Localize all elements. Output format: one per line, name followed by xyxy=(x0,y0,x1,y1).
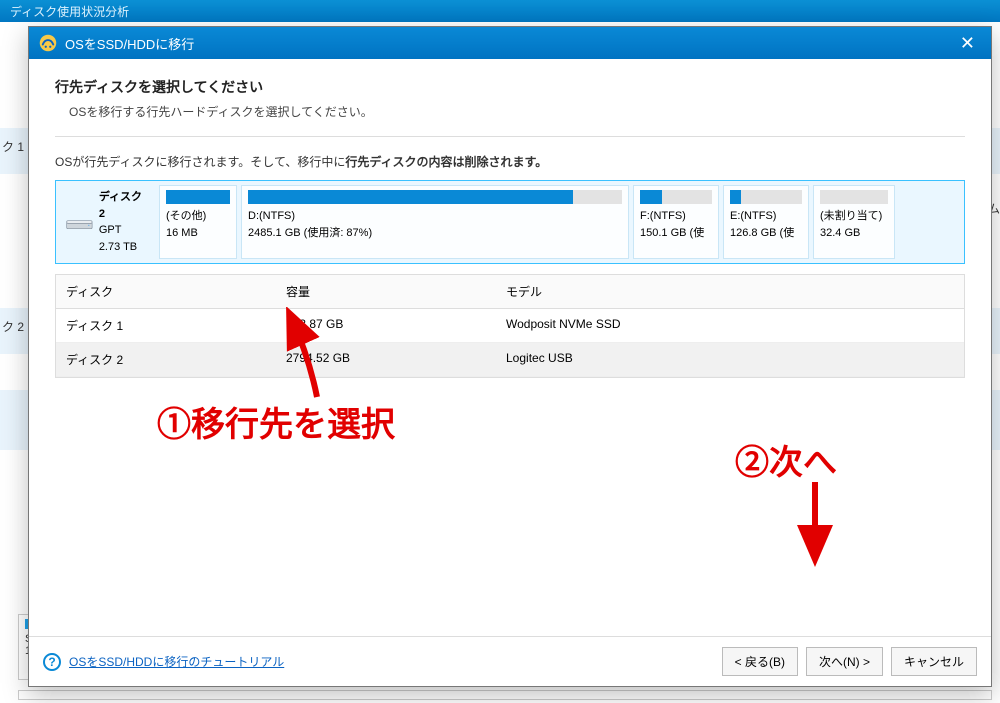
cell-capacity: 953.87 GB xyxy=(276,309,496,342)
partition-label: F:(NTFS) xyxy=(640,208,712,225)
info-line: OSが行先ディスクに移行されます。そして、移行中に行先ディスクの内容は削除されま… xyxy=(55,153,965,170)
cell-disk: ディスク 2 xyxy=(56,343,276,376)
background-app-titlebar: ディスク使用状況分析 xyxy=(0,0,1000,22)
help-icon[interactable]: ? xyxy=(43,653,61,671)
selected-disk-layout[interactable]: ディスク 2 GPT 2.73 TB (その他)16 MBD:(NTFS)248… xyxy=(55,180,965,264)
annotation-step2: ②次へ xyxy=(735,435,837,484)
table-header-row: ディスク 容量 モデル xyxy=(56,275,964,309)
usage-bar xyxy=(248,190,622,204)
header-capacity: 容量 xyxy=(276,275,496,308)
cell-disk: ディスク 1 xyxy=(56,309,276,342)
disk-scheme: GPT xyxy=(99,222,149,239)
cell-model: Logitec USB xyxy=(496,343,964,376)
partition-block[interactable]: (その他)16 MB xyxy=(159,185,237,259)
page-subheading: OSを移行する行先ハードディスクを選択してください。 xyxy=(69,103,965,120)
disk-info-block: ディスク 2 GPT 2.73 TB xyxy=(60,185,155,259)
usage-bar xyxy=(640,190,712,204)
cell-model: Wodposit NVMe SSD xyxy=(496,309,964,342)
partition-block[interactable]: E:(NTFS)126.8 GB (使 xyxy=(723,185,809,259)
disk-table: ディスク 容量 モデル ディスク 1953.87 GBWodposit NVMe… xyxy=(55,274,965,378)
usage-bar xyxy=(166,190,230,204)
disk-size: 2.73 TB xyxy=(99,239,149,256)
cell-capacity: 2794.52 GB xyxy=(276,343,496,376)
table-row[interactable]: ディスク 22794.52 GBLogitec USB xyxy=(56,343,964,377)
cancel-button[interactable]: キャンセル xyxy=(891,647,977,676)
close-button[interactable]: ✕ xyxy=(954,33,981,54)
partition-label: (その他) xyxy=(166,208,230,225)
dialog-footer: ? OSをSSD/HDDに移行のチュートリアル < 戻る(B) 次へ(N) > … xyxy=(29,636,991,686)
usage-bar xyxy=(820,190,888,204)
app-icon xyxy=(39,34,57,52)
partition-block[interactable]: F:(NTFS)150.1 GB (使 xyxy=(633,185,719,259)
page-heading: 行先ディスクを選択してください xyxy=(55,77,965,97)
partition-size: 16 MB xyxy=(166,225,230,242)
partition-size: 150.1 GB (使 xyxy=(640,225,712,242)
partition-block[interactable]: (未割り当て)32.4 GB xyxy=(813,185,895,259)
back-button[interactable]: < 戻る(B) xyxy=(722,647,798,676)
disk-name: ディスク 2 xyxy=(99,189,149,222)
dialog-title: OSをSSD/HDDに移行 xyxy=(65,34,194,53)
next-button[interactable]: 次へ(N) > xyxy=(806,647,883,676)
partition-size: 2485.1 GB (使用済: 87%) xyxy=(248,225,622,242)
partition-size: 126.8 GB (使 xyxy=(730,225,802,242)
background-bottom-pane-2 xyxy=(18,690,992,700)
partition-label: E:(NTFS) xyxy=(730,208,802,225)
annotation-step1: ①移行先を選択 xyxy=(157,397,395,446)
header-model: モデル xyxy=(496,275,964,308)
info-bold: 行先ディスクの内容は削除されます。 xyxy=(345,155,547,169)
header-disk: ディスク xyxy=(56,275,276,308)
dialog-titlebar: OSをSSD/HDDに移行 ✕ xyxy=(29,27,991,59)
migrate-os-dialog: OSをSSD/HDDに移行 ✕ 行先ディスクを選択してください OSを移行する行… xyxy=(28,26,992,687)
usage-bar xyxy=(730,190,802,204)
info-pre: OSが行先ディスクに移行されます。そして、移行中に xyxy=(55,155,345,169)
background-app-title: ディスク使用状況分析 xyxy=(10,5,129,19)
tutorial-link[interactable]: OSをSSD/HDDに移行のチュートリアル xyxy=(69,653,284,670)
hard-drive-icon xyxy=(66,218,93,231)
table-row[interactable]: ディスク 1953.87 GBWodposit NVMe SSD xyxy=(56,309,964,343)
partition-block[interactable]: D:(NTFS)2485.1 GB (使用済: 87%) xyxy=(241,185,629,259)
partition-size: 32.4 GB xyxy=(820,225,888,242)
divider xyxy=(55,136,965,137)
partition-label: D:(NTFS) xyxy=(248,208,622,225)
partition-label: (未割り当て) xyxy=(820,208,888,225)
arrow-step2-icon xyxy=(795,477,835,567)
